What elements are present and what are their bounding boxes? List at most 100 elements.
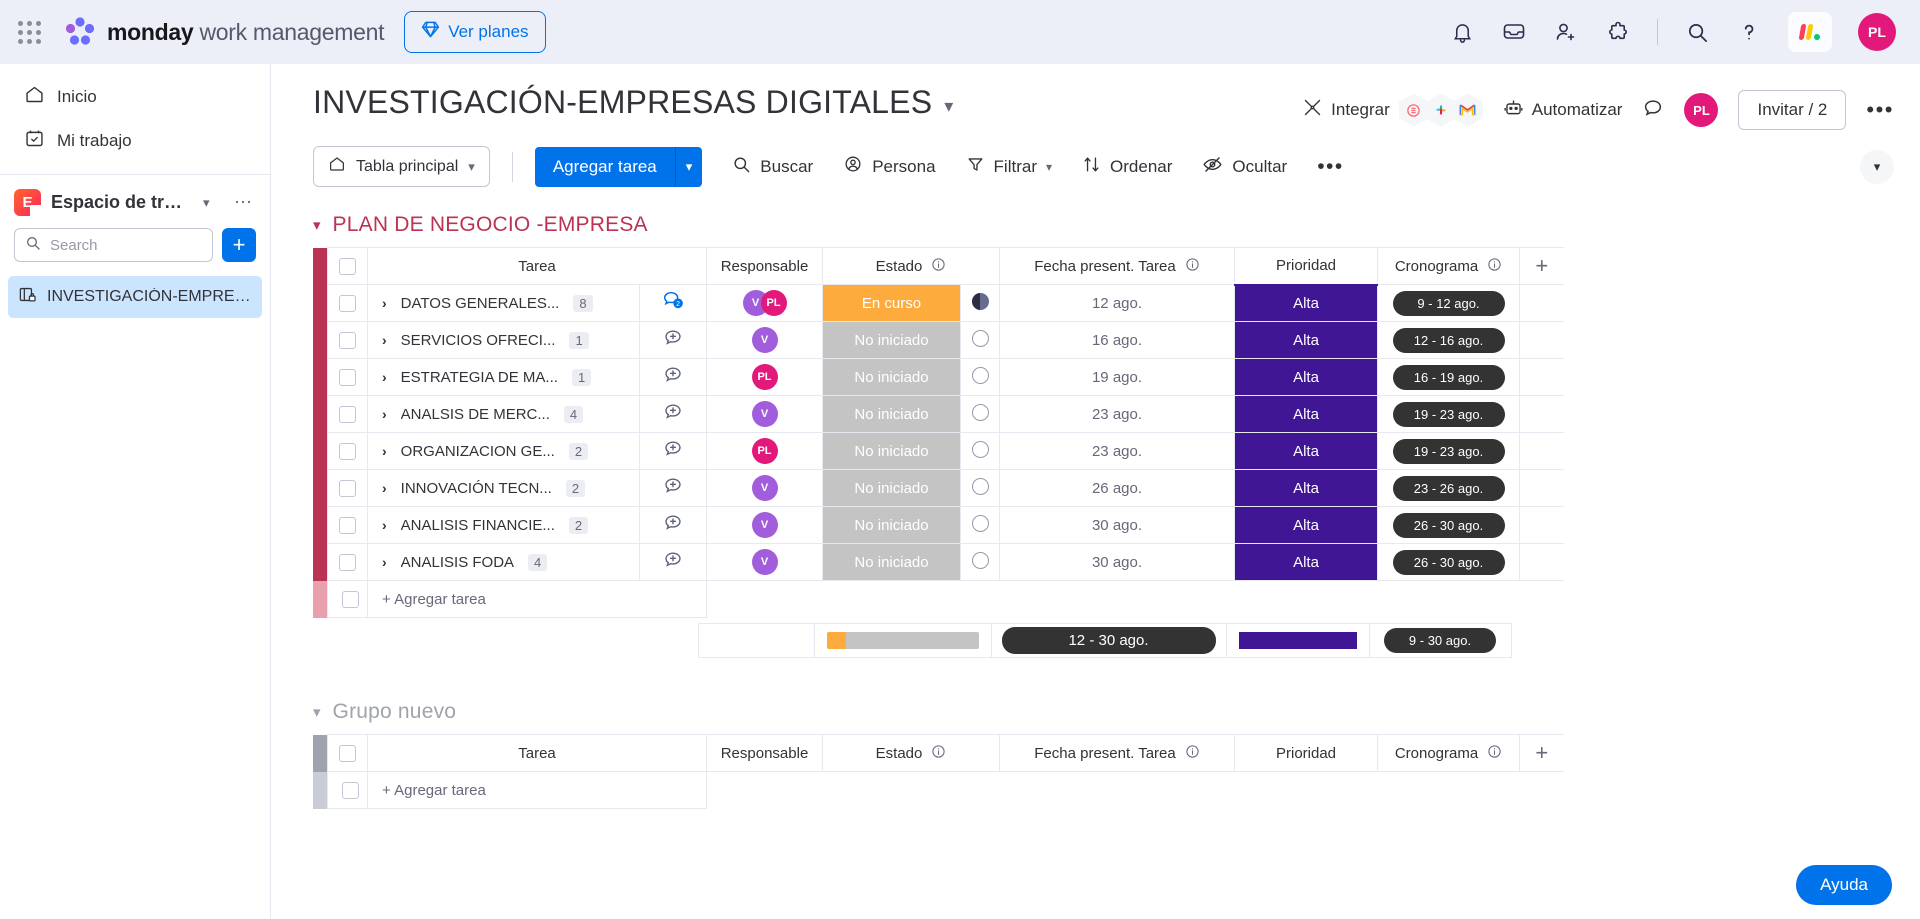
- invite-member-icon[interactable]: [1553, 19, 1579, 45]
- expand-subitems-icon[interactable]: ›: [382, 332, 387, 348]
- responsable-cell[interactable]: V PL: [706, 284, 823, 322]
- expand-subitems-icon[interactable]: ›: [382, 406, 387, 422]
- task-name-cell[interactable]: › ESTRATEGIA DE MA... 1: [367, 358, 640, 396]
- responsable-cell[interactable]: V: [706, 469, 823, 507]
- avatar[interactable]: PL: [751, 438, 778, 464]
- row-checkbox[interactable]: [339, 442, 356, 460]
- avatar[interactable]: PL: [751, 364, 778, 390]
- automate-button[interactable]: Automatizar: [1503, 97, 1622, 123]
- cronograma-cell[interactable]: 16 - 19 ago.: [1377, 358, 1520, 396]
- select-all-checkbox[interactable]: [339, 744, 356, 762]
- monday-crm-icon[interactable]: [1398, 93, 1429, 127]
- search-icon[interactable]: [1684, 19, 1710, 45]
- estado-cell[interactable]: No iniciado: [822, 469, 961, 507]
- prioridad-cell[interactable]: Alta: [1234, 284, 1378, 322]
- help-question-icon[interactable]: [1736, 19, 1762, 45]
- info-icon[interactable]: [1487, 744, 1502, 763]
- slack-icon[interactable]: [1425, 93, 1456, 127]
- fecha-cell[interactable]: 16 ago.: [999, 321, 1235, 359]
- prioridad-cell[interactable]: Alta: [1234, 321, 1378, 359]
- column-header-tarea[interactable]: Tarea: [367, 247, 707, 285]
- chevron-down-icon[interactable]: ▾: [944, 84, 953, 117]
- estado-cell[interactable]: No iniciado: [822, 358, 961, 396]
- row-checkbox[interactable]: [339, 368, 356, 386]
- view-selector[interactable]: Tabla principal ▾: [313, 146, 490, 187]
- sort-button[interactable]: Ordenar: [1082, 155, 1172, 179]
- table-row[interactable]: › ESTRATEGIA DE MA... 1 PL No iniciado 1…: [313, 358, 1564, 396]
- row-checkbox[interactable]: [342, 590, 359, 608]
- board-chat-button[interactable]: [1642, 97, 1664, 124]
- avatar[interactable]: V: [751, 549, 778, 575]
- chevron-down-icon[interactable]: ▾: [1046, 160, 1052, 174]
- workspace-selector[interactable]: E Espacio de trab... ▾ ⋯: [0, 185, 270, 220]
- column-header-responsable[interactable]: Responsable: [706, 247, 823, 285]
- add-comment-icon[interactable]: [662, 478, 684, 501]
- user-avatar[interactable]: PL: [1858, 13, 1896, 51]
- fecha-cell[interactable]: 30 ago.: [999, 506, 1235, 544]
- task-name-cell[interactable]: › ANALSIS DE MERC... 4: [367, 395, 640, 433]
- column-header-cronograma[interactable]: Cronograma: [1377, 734, 1520, 772]
- estado-cell[interactable]: No iniciado: [822, 506, 961, 544]
- add-comment-icon[interactable]: [662, 441, 684, 464]
- add-comment-icon[interactable]: [662, 330, 684, 353]
- expand-subitems-icon[interactable]: ›: [382, 517, 387, 533]
- chevron-down-icon[interactable]: ▾: [313, 216, 321, 234]
- task-comments-cell[interactable]: 2: [639, 284, 707, 322]
- avatar[interactable]: V: [751, 401, 778, 427]
- responsable-cell[interactable]: PL: [706, 358, 823, 396]
- info-icon[interactable]: [931, 744, 946, 763]
- sidebar-item-mi-trabajo[interactable]: Mi trabajo: [8, 120, 262, 162]
- info-icon[interactable]: [1185, 744, 1200, 763]
- avatar[interactable]: V: [751, 512, 778, 538]
- add-comment-icon[interactable]: [662, 515, 684, 538]
- column-header-tarea[interactable]: Tarea: [367, 734, 707, 772]
- row-checkbox[interactable]: [339, 516, 356, 534]
- task-name-cell[interactable]: › DATOS GENERALES... 8: [367, 284, 640, 322]
- prioridad-cell[interactable]: Alta: [1234, 395, 1378, 433]
- filter-button[interactable]: Filtrar ▾: [966, 155, 1052, 179]
- expand-subitems-icon[interactable]: ›: [382, 295, 387, 311]
- column-header-responsable[interactable]: Responsable: [706, 734, 823, 772]
- info-icon[interactable]: [1487, 257, 1502, 276]
- expand-subitems-icon[interactable]: ›: [382, 369, 387, 385]
- prioridad-cell[interactable]: Alta: [1234, 469, 1378, 507]
- add-comment-icon[interactable]: [662, 367, 684, 390]
- table-row[interactable]: › DATOS GENERALES... 8 2 V PL En curso 12…: [313, 284, 1564, 322]
- cronograma-cell[interactable]: 19 - 23 ago.: [1377, 432, 1520, 470]
- prioridad-cell[interactable]: Alta: [1234, 506, 1378, 544]
- cronograma-cell[interactable]: 23 - 26 ago.: [1377, 469, 1520, 507]
- fecha-cell[interactable]: 23 ago.: [999, 432, 1235, 470]
- board-more-icon[interactable]: •••: [1866, 97, 1894, 123]
- sidebar-item-inicio[interactable]: Inicio: [8, 76, 262, 118]
- integrate-button[interactable]: Integrar: [1302, 93, 1483, 127]
- expand-subitems-icon[interactable]: ›: [382, 554, 387, 570]
- add-task-label-cell[interactable]: + Agregar tarea: [367, 580, 707, 618]
- column-header-fecha[interactable]: Fecha present. Tarea: [999, 734, 1235, 772]
- add-column-header[interactable]: +: [1519, 247, 1564, 285]
- task-name-cell[interactable]: › INNOVACIÓN TECN... 2: [367, 469, 640, 507]
- table-row[interactable]: › ANALISIS FINANCIE... 2 V No iniciado 3…: [313, 506, 1564, 544]
- row-checkbox[interactable]: [339, 553, 356, 571]
- task-comments-cell[interactable]: [639, 432, 707, 470]
- gmail-icon[interactable]: [1452, 93, 1483, 127]
- fecha-cell[interactable]: 12 ago.: [999, 284, 1235, 322]
- comments-icon[interactable]: 2: [661, 291, 685, 317]
- apps-grid-icon[interactable]: [18, 20, 41, 44]
- add-task-button[interactable]: Agregar tarea: [534, 146, 675, 187]
- prioridad-cell[interactable]: Alta: [1234, 358, 1378, 396]
- add-column-header[interactable]: +: [1519, 734, 1564, 772]
- fecha-cell[interactable]: 19 ago.: [999, 358, 1235, 396]
- responsable-cell[interactable]: V: [706, 506, 823, 544]
- task-name-cell[interactable]: › ORGANIZACION GE... 2: [367, 432, 640, 470]
- fecha-cell[interactable]: 30 ago.: [999, 543, 1235, 581]
- search-box[interactable]: [14, 228, 213, 262]
- cronograma-cell[interactable]: 9 - 12 ago.: [1377, 284, 1520, 322]
- estado-cell[interactable]: No iniciado: [822, 432, 961, 470]
- responsable-cell[interactable]: V: [706, 321, 823, 359]
- row-checkbox[interactable]: [342, 781, 359, 799]
- row-checkbox[interactable]: [339, 479, 356, 497]
- workspace-more-icon[interactable]: ⋯: [234, 192, 254, 213]
- help-button[interactable]: Ayuda: [1796, 865, 1892, 905]
- toolbar-more-icon[interactable]: •••: [1317, 155, 1344, 179]
- chevron-down-icon[interactable]: ▾: [203, 195, 210, 211]
